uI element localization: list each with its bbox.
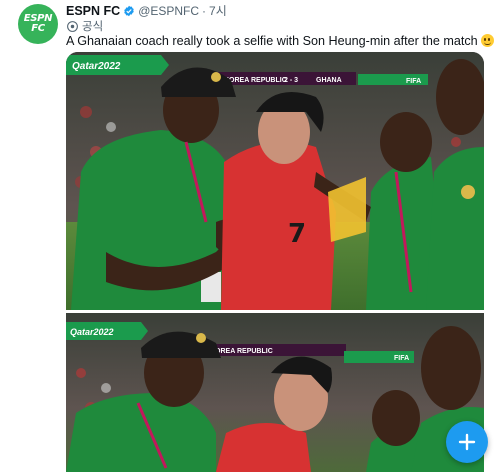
tweet-text: A Ghanaian coach really took a selfie wi… <box>66 34 494 48</box>
svg-text:GHANA: GHANA <box>316 77 342 84</box>
tweet-media[interactable]: Qatar2022 KOREA REPUBLIC 2 - 3 GHANA FIF… <box>66 52 484 472</box>
svg-text:2 - 3: 2 - 3 <box>284 77 298 84</box>
author-handle[interactable]: @ESPNFC <box>138 4 199 18</box>
tweet-header: ESPN FC @ESPNFC · 7시 <box>66 2 227 19</box>
avatar[interactable]: ESPN FC <box>18 4 58 44</box>
svg-text:Qatar2022: Qatar2022 <box>72 61 121 72</box>
photo-top[interactable]: Qatar2022 KOREA REPUBLIC 2 - 3 GHANA FIF… <box>66 52 484 310</box>
svg-text:KOREA REPUBLIC: KOREA REPUBLIC <box>224 77 287 84</box>
grinning-face-emoji-icon <box>480 34 494 47</box>
verified-badge-icon <box>124 5 134 16</box>
tweet[interactable]: ESPN FC ESPN FC @ESPNFC · 7시 공식 A Ghanai… <box>0 0 500 472</box>
svg-text:FIFA: FIFA <box>394 355 409 362</box>
plus-icon <box>458 433 476 451</box>
official-badge-icon <box>67 20 78 32</box>
photo-bottom[interactable]: Qatar2022 KOREA REPUBLIC FIFA <box>66 313 484 472</box>
official-label: 공식 <box>66 18 103 34</box>
svg-text:7: 7 <box>288 219 306 249</box>
svg-text:Qatar2022: Qatar2022 <box>70 327 114 337</box>
compose-button[interactable] <box>446 421 488 463</box>
timestamp[interactable]: 7시 <box>209 2 227 19</box>
svg-text:FIFA: FIFA <box>406 78 421 85</box>
author-name[interactable]: ESPN FC <box>66 4 120 18</box>
espn-fc-logo: ESPN FC <box>23 13 53 34</box>
separator-dot: · <box>202 3 207 18</box>
